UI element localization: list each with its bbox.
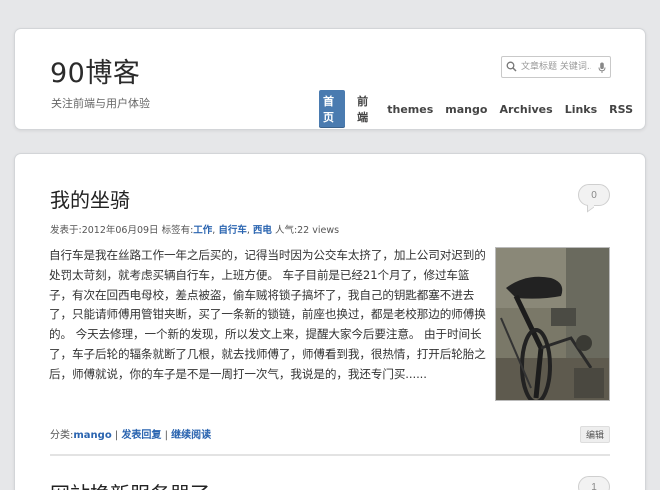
nav-item-archives[interactable]: Archives [499, 103, 552, 116]
post-meta-prefix: 发表于:2012年06月09日 标签有: [50, 225, 194, 236]
comment-count: 0 [591, 189, 597, 201]
main-nav: 首页 前端 themes mango Archives Links RSS [319, 90, 645, 128]
site-header: 90博客 关注前端与用户体验 首页 前端 themes mango Archiv… [14, 28, 646, 130]
nav-item-mango[interactable]: mango [445, 103, 487, 116]
post-views: 人气:22 views [271, 225, 340, 236]
next-post-title[interactable]: 网站换新服务器了 [50, 478, 210, 490]
post-list: 我的坐骑 0 发表于:2012年06月09日 标签有:工作, 自行车, 西电 人… [14, 153, 646, 490]
tag-link[interactable]: 工作 [193, 225, 212, 236]
search-input[interactable] [521, 58, 591, 76]
reply-link[interactable]: 发表回复 [121, 430, 161, 441]
read-more-link[interactable]: 继续阅读 [171, 430, 211, 441]
next-post-comment-badge[interactable]: 1 [578, 476, 610, 490]
site-title[interactable]: 90博客 [50, 51, 140, 90]
comment-count-badge[interactable]: 0 [578, 184, 610, 206]
category-link[interactable]: mango [73, 430, 111, 441]
search-icon [505, 57, 521, 77]
next-post-comment-count: 1 [591, 481, 597, 490]
bicycle-photo-icon [496, 248, 609, 400]
tag-link[interactable]: 自行车 [218, 225, 247, 236]
nav-item-themes[interactable]: themes [387, 103, 433, 116]
post-thumbnail[interactable] [495, 247, 610, 401]
search-box[interactable] [501, 56, 611, 78]
tag-link[interactable]: 西电 [253, 225, 272, 236]
site-description: 关注前端与用户体验 [51, 97, 150, 110]
post-title[interactable]: 我的坐骑 [50, 184, 130, 213]
post-excerpt: 自行车是我在丝路工作一年之后买的，记得当时因为公交车太挤了，加上公司对迟到的处罚… [49, 248, 486, 381]
nav-item-home[interactable]: 首页 [319, 90, 346, 128]
microphone-icon[interactable] [598, 61, 606, 79]
post-meta: 发表于:2012年06月09日 标签有:工作, 自行车, 西电 人气:22 vi… [50, 225, 340, 236]
nav-item-links[interactable]: Links [565, 103, 597, 116]
nav-item-rss[interactable]: RSS [609, 103, 633, 116]
edit-button[interactable]: 编辑 [580, 426, 611, 443]
nav-item-frontend[interactable]: 前端 [357, 93, 375, 125]
post-divider [50, 454, 610, 456]
category-label: 分类: [50, 430, 74, 441]
post-footer: 分类:mango | 发表回复 | 继续阅读 [50, 430, 212, 441]
